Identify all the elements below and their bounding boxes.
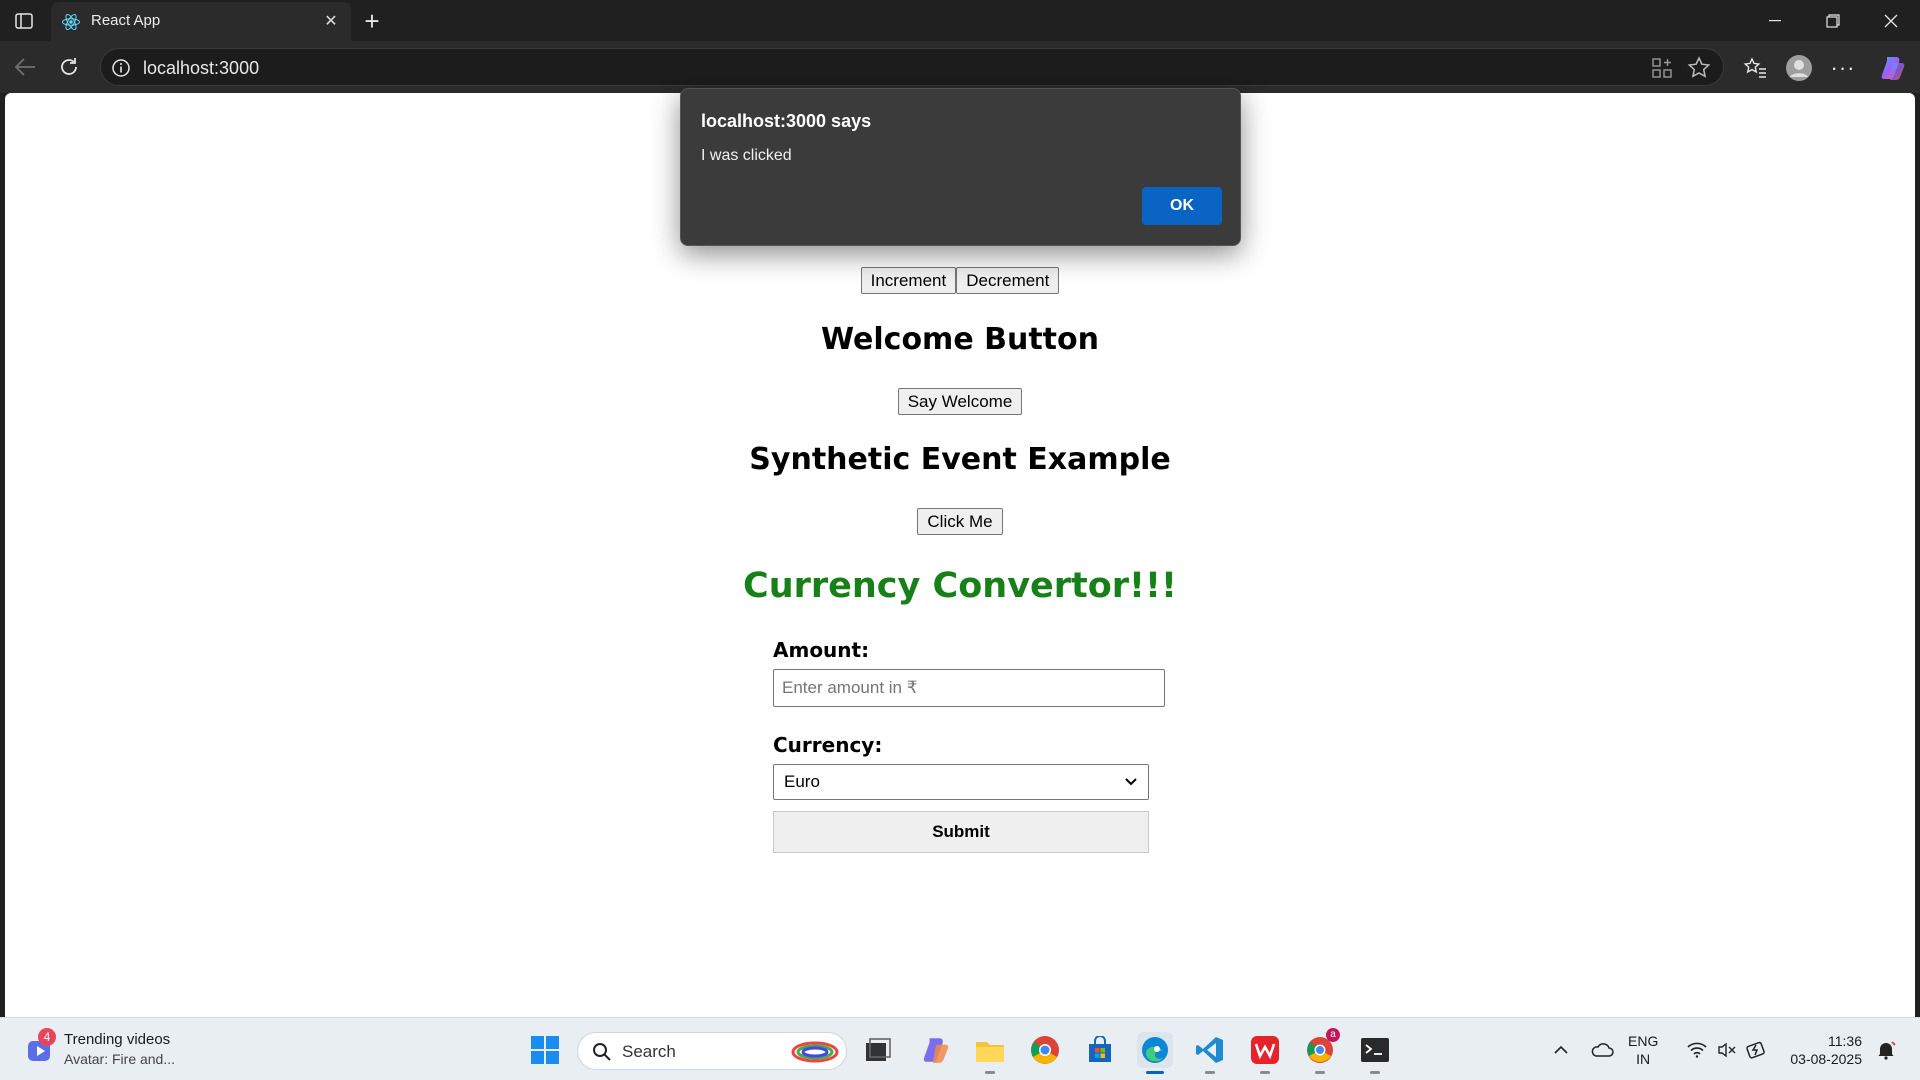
currency-label: Currency:	[773, 733, 883, 757]
widget-badge: 4	[38, 1028, 56, 1046]
refresh-icon[interactable]	[52, 51, 86, 83]
chevron-up-icon[interactable]	[1543, 1032, 1579, 1068]
tab-react-app[interactable]: React App ✕	[51, 2, 351, 41]
windows-start-icon[interactable]	[527, 1032, 563, 1068]
amount-label: Amount:	[773, 638, 870, 662]
wps-office-icon[interactable]	[1247, 1032, 1283, 1074]
vscode-icon[interactable]	[1192, 1032, 1228, 1074]
widget-subtitle[interactable]: Avatar: Fire and...	[64, 1051, 175, 1067]
react-logo-icon	[61, 12, 81, 32]
task-view-icon[interactable]	[860, 1032, 896, 1068]
running-indicator	[985, 1071, 995, 1074]
edge-browser-icon[interactable]	[1137, 1032, 1173, 1074]
region-code: IN	[1636, 1051, 1651, 1067]
currency-select[interactable]: Euro	[773, 764, 1149, 800]
widget-title[interactable]: Trending videos	[64, 1031, 170, 1048]
site-info-icon[interactable]	[111, 58, 131, 78]
welcome-heading: Welcome Button	[821, 322, 1099, 357]
notification-bell-icon[interactable]	[1868, 1032, 1904, 1068]
onedrive-cloud-icon[interactable]	[1584, 1032, 1620, 1068]
url-text: localhost:3000	[143, 58, 260, 78]
running-indicator	[1370, 1071, 1380, 1074]
address-bar-row: localhost:3000 ···	[0, 41, 1920, 93]
counter-buttons-row: Increment Decrement	[5, 267, 1915, 294]
taskbar: 4 Trending videos Avatar: Fire and... Se…	[0, 1017, 1920, 1080]
say-welcome-button[interactable]: Say Welcome	[897, 388, 1023, 415]
copilot-icon[interactable]	[1878, 53, 1908, 83]
search-highlight-icon	[791, 1041, 839, 1063]
chrome-icon[interactable]	[1027, 1032, 1063, 1068]
new-tab-icon[interactable]: +	[357, 6, 387, 36]
restore-icon[interactable]	[1804, 0, 1862, 41]
sidebar-toggle-icon[interactable]	[10, 8, 38, 34]
file-explorer-icon[interactable]	[972, 1032, 1008, 1074]
increment-button[interactable]: Increment	[860, 267, 957, 294]
click-me-button[interactable]: Click Me	[917, 508, 1003, 535]
taskbar-search[interactable]: Search	[577, 1032, 847, 1070]
currency-selected-value: Euro	[784, 772, 820, 791]
language-code: ENG	[1628, 1033, 1659, 1049]
tab-title: React App	[91, 12, 161, 29]
search-label: Search	[622, 1042, 676, 1061]
running-indicator	[1315, 1071, 1325, 1074]
chevron-down-icon	[1125, 778, 1137, 786]
add-favorite-star-icon[interactable]	[1687, 56, 1711, 80]
copilot-taskbar-icon[interactable]	[918, 1032, 954, 1068]
language-indicator[interactable]: ENG IN	[1628, 1032, 1658, 1068]
favorites-icon[interactable]	[1740, 53, 1770, 83]
running-indicator-active	[1146, 1071, 1164, 1074]
battery-charging-icon[interactable]	[1739, 1032, 1775, 1068]
close-window-icon[interactable]	[1862, 0, 1920, 41]
clock-date: 03-08-2025	[1790, 1051, 1862, 1067]
submit-button[interactable]: Submit	[773, 811, 1149, 853]
close-tab-icon[interactable]: ✕	[319, 9, 343, 33]
address-bar[interactable]: localhost:3000	[100, 48, 1724, 86]
synthetic-event-heading: Synthetic Event Example	[749, 442, 1171, 477]
more-menu-icon[interactable]: ···	[1828, 53, 1858, 83]
microsoft-store-icon[interactable]	[1082, 1032, 1118, 1068]
alert-dialog: localhost:3000 says I was clicked OK	[680, 88, 1241, 246]
decrement-button[interactable]: Decrement	[956, 267, 1060, 294]
back-arrow-icon[interactable]	[8, 51, 42, 83]
search-icon	[593, 1043, 611, 1061]
amount-input[interactable]	[773, 669, 1165, 707]
chrome-profile-icon[interactable]: a	[1302, 1028, 1340, 1074]
clock-time: 11:36	[1828, 1033, 1862, 1049]
profile-avatar-icon[interactable]	[1784, 53, 1814, 83]
title-bar: React App ✕ +	[0, 0, 1920, 41]
chrome-profile-badge: a	[1326, 1028, 1340, 1042]
app-available-icon[interactable]	[1651, 57, 1673, 79]
minimize-icon[interactable]	[1746, 0, 1804, 41]
alert-message: I was clicked	[701, 147, 792, 164]
system-clock[interactable]: 11:36 03-08-2025	[1782, 1032, 1862, 1068]
alert-ok-button[interactable]: OK	[1142, 187, 1222, 225]
currency-convertor-title: Currency Convertor!!!	[743, 566, 1177, 606]
alert-title: localhost:3000 says	[701, 111, 872, 131]
terminal-icon[interactable]	[1357, 1032, 1393, 1074]
running-indicator	[1205, 1071, 1215, 1074]
running-indicator	[1260, 1071, 1270, 1074]
